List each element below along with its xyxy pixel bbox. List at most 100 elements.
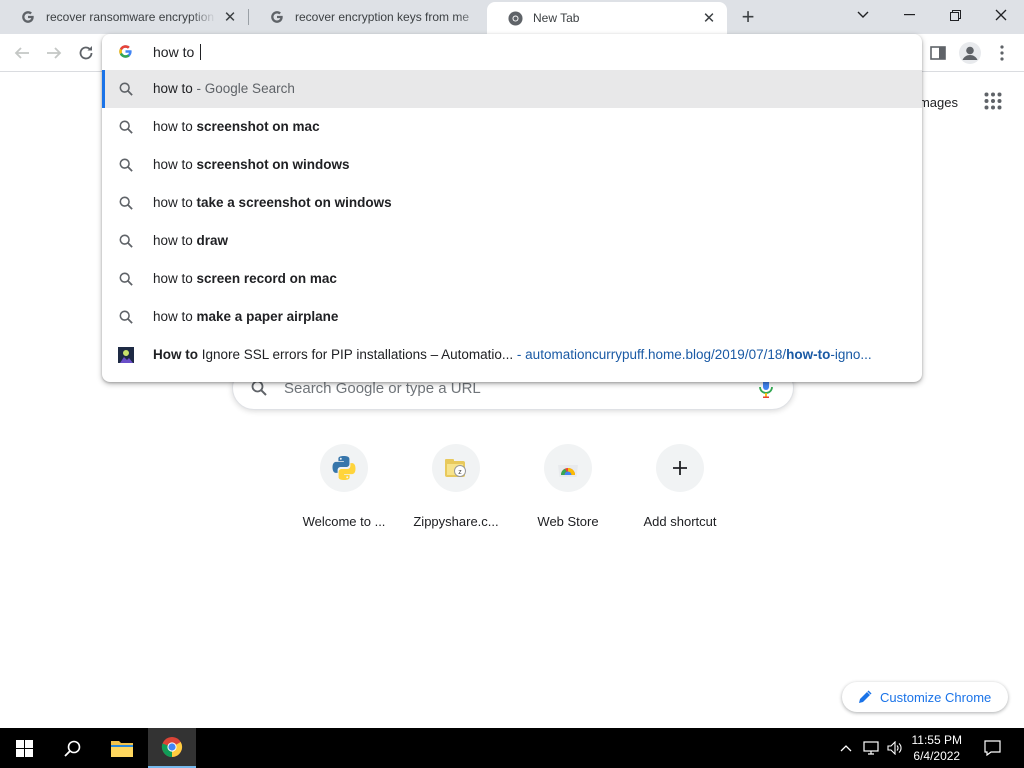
avatar-icon <box>959 42 981 64</box>
omnibox-suggestion[interactable]: how to screenshot on mac <box>102 108 922 146</box>
speaker-icon <box>886 741 901 755</box>
side-panel-icon <box>930 46 946 60</box>
forward-arrow-icon <box>47 47 62 59</box>
suggestion-text: how to take a screenshot on windows <box>153 195 392 210</box>
action-center-button[interactable] <box>976 728 1008 768</box>
history-suggestion-text: How to Ignore SSL errors for PIP install… <box>153 347 872 362</box>
chevron-up-icon <box>840 745 852 752</box>
google-apps-icon[interactable] <box>984 92 1002 113</box>
ntp-header-links: Images <box>915 92 1002 113</box>
search-icon <box>119 82 133 96</box>
suggestion-text: how to screen record on mac <box>153 271 337 286</box>
google-g-icon <box>20 9 36 25</box>
search-placeholder: Search Google or type a URL <box>284 380 481 397</box>
file-explorer-button[interactable] <box>98 728 146 768</box>
minimize-button[interactable] <box>886 0 932 30</box>
menu-button[interactable] <box>988 39 1016 67</box>
start-button[interactable] <box>0 728 48 768</box>
clock-time: 11:55 PM <box>911 733 962 747</box>
omnibox-suggestion[interactable]: how to take a screenshot on windows <box>102 184 922 222</box>
tab-new-tab[interactable]: New Tab ✕ <box>487 2 727 34</box>
close-window-button[interactable] <box>978 0 1024 30</box>
plus-icon <box>656 444 704 492</box>
web-store-icon <box>544 444 592 492</box>
taskbar-search-button[interactable] <box>48 728 96 768</box>
folder-icon <box>111 741 133 757</box>
omnibox-dropdown: how to how to - Google Search how to scre… <box>102 34 922 382</box>
tab-recover-ransomware[interactable]: recover ransomware encryption k ✕ <box>0 0 248 34</box>
suggestion-text: how to - Google Search <box>153 81 295 96</box>
notification-icon <box>983 740 1001 756</box>
reload-button[interactable] <box>72 39 100 67</box>
network-button[interactable] <box>860 728 882 768</box>
search-icon <box>119 234 133 248</box>
profile-button[interactable] <box>956 39 984 67</box>
shortcut-label: Welcome to ... <box>302 514 386 529</box>
windows-logo-icon <box>15 739 33 757</box>
reload-icon <box>79 46 93 60</box>
tab-title: New Tab <box>533 11 580 25</box>
search-icon <box>119 158 133 172</box>
suggestion-text: how to make a paper airplane <box>153 309 339 324</box>
tab-search-button[interactable] <box>840 0 886 30</box>
close-icon[interactable]: ✕ <box>222 9 238 26</box>
windows-taskbar: 11:55 PM 6/4/2022 <box>0 728 1024 768</box>
pencil-icon <box>859 690 872 703</box>
close-icon[interactable]: ✕ <box>701 10 717 27</box>
restore-icon <box>949 9 961 21</box>
search-icon <box>119 272 133 286</box>
search-icon <box>251 380 267 399</box>
chevron-down-icon <box>857 11 869 18</box>
omnibox-suggestion[interactable]: how to screen record on mac <box>102 260 922 298</box>
suggestion-text: how to screenshot on windows <box>153 157 350 172</box>
minimize-icon <box>903 14 915 16</box>
svg-text:z: z <box>458 469 462 476</box>
new-tab-button[interactable]: + <box>736 4 760 29</box>
restore-button[interactable] <box>932 0 978 30</box>
tab-strip: recover ransomware encryption k ✕ recove… <box>0 0 1024 34</box>
chrome-taskbar-button[interactable] <box>148 728 196 768</box>
tab-recover-keys[interactable]: recover encryption keys from me <box>249 0 485 34</box>
address-input-text[interactable]: how to <box>153 44 202 60</box>
shortcut-zippyshare[interactable]: z Zippyshare.c... <box>400 444 512 529</box>
shortcut-label: Web Store <box>537 514 599 529</box>
shortcut-welcome[interactable]: Welcome to ... <box>288 444 400 529</box>
shortcut-label: Zippyshare.c... <box>413 514 499 529</box>
tab-title: recover encryption keys from me <box>295 10 470 24</box>
close-icon <box>995 9 1007 21</box>
clock-date: 6/4/2022 <box>913 749 961 763</box>
back-button[interactable] <box>8 39 36 67</box>
zippyshare-icon: z <box>432 444 480 492</box>
customize-label: Customize Chrome <box>880 689 992 705</box>
customize-chrome-button[interactable]: Customize Chrome <box>842 682 1008 712</box>
taskbar-clock[interactable]: 11:55 PM 6/4/2022 <box>912 732 962 764</box>
kebab-menu-icon <box>1000 45 1004 61</box>
omnibox-suggestion[interactable]: how to make a paper airplane <box>102 298 922 336</box>
shortcut-web-store[interactable]: Web Store <box>512 444 624 529</box>
omnibox-suggestion[interactable]: how to - Google Search <box>102 70 922 108</box>
text-caret <box>200 44 202 60</box>
python-icon <box>320 444 368 492</box>
address-bar[interactable]: how to <box>102 34 922 70</box>
shortcut-label: Add shortcut <box>643 514 717 529</box>
tab-title: recover ransomware encryption k <box>46 10 216 24</box>
history-suggestion[interactable]: How to Ignore SSL errors for PIP install… <box>102 336 922 374</box>
search-icon <box>119 120 133 134</box>
forward-button[interactable] <box>40 39 68 67</box>
back-arrow-icon <box>14 47 29 59</box>
network-icon <box>863 741 879 755</box>
side-panel-button[interactable] <box>924 39 952 67</box>
search-icon <box>119 196 133 210</box>
volume-button[interactable] <box>884 728 906 768</box>
chrome-icon <box>161 737 183 758</box>
search-icon <box>63 740 80 757</box>
site-favicon-icon <box>118 347 134 363</box>
show-hidden-icons-button[interactable] <box>836 728 856 768</box>
google-g-icon <box>118 44 133 62</box>
search-icon <box>119 310 133 324</box>
shortcut-add[interactable]: Add shortcut <box>624 444 736 529</box>
suggestion-text: how to draw <box>153 233 229 248</box>
omnibox-suggestion[interactable]: how to screenshot on windows <box>102 146 922 184</box>
chrome-icon <box>507 10 523 26</box>
omnibox-suggestion[interactable]: how to draw <box>102 222 922 260</box>
